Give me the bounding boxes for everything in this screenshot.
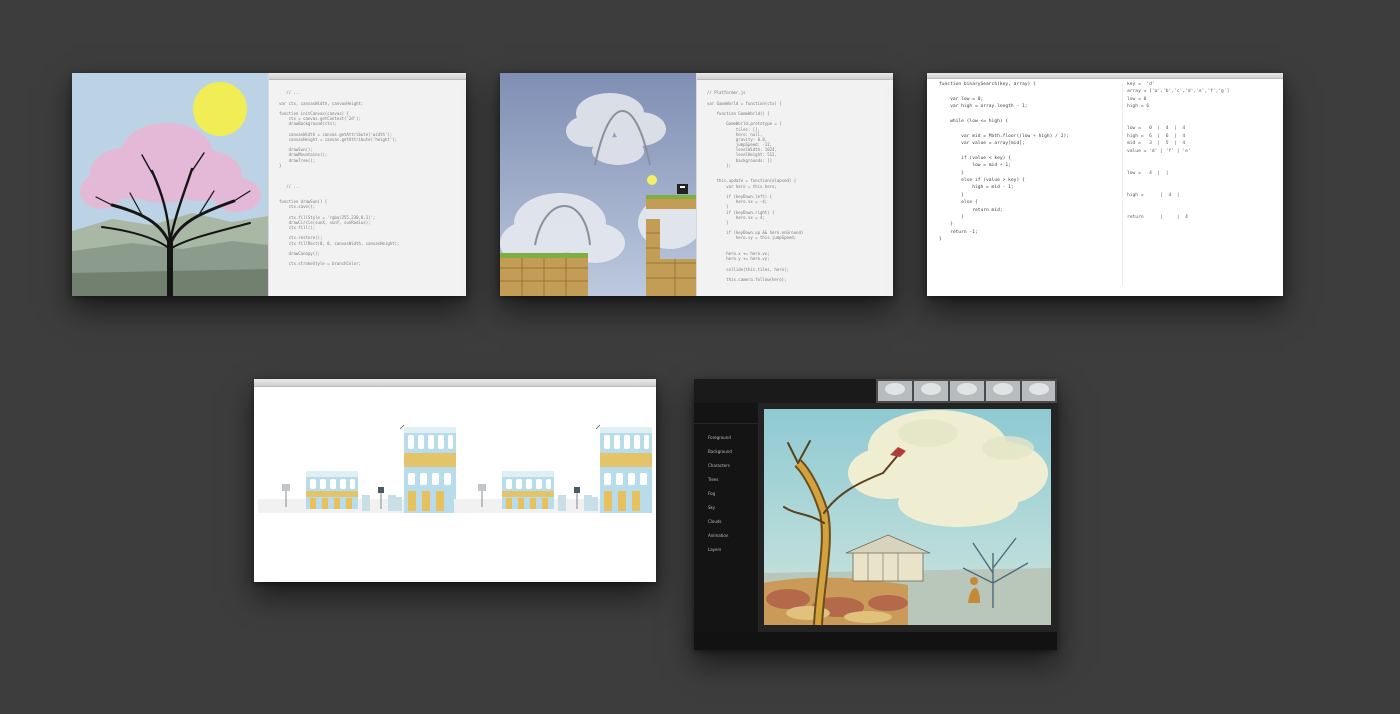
sidebar-item[interactable]: Layers [694, 545, 758, 554]
editor-titlebar [697, 73, 893, 80]
cherry-blossom-window[interactable]: // ... var ctx, canvasWidth, canvasHeight… [72, 73, 466, 296]
code-line: return | | 4 [1127, 215, 1188, 221]
code-line: while (low <= high) { [939, 118, 1009, 124]
building-generator-window[interactable] [254, 379, 656, 582]
illustration-canvas [758, 403, 1057, 632]
cherry-blossom-canvas [72, 73, 268, 296]
code-line: function binarySearch(key, array) { [939, 82, 1036, 87]
platformer-game-canvas [500, 73, 696, 296]
code-line: var mid = Math.floor((low + high) / 2); [939, 133, 1069, 139]
code-line: low = 0 [1127, 96, 1147, 102]
sidebar-item[interactable]: Sky [694, 503, 758, 512]
layers-sidebar[interactable]: Foreground Background Characters Trees Fog Sk… [694, 403, 758, 632]
live-trace-divider [1122, 83, 1123, 286]
code-line: value = 'd' | 'f' | 'e' [1127, 148, 1191, 154]
sidebar-item[interactable]: Trees [694, 475, 758, 484]
binary-search-window[interactable]: function binarySearch(key, array) { var … [927, 73, 1283, 296]
sidebar-item[interactable]: Fog [694, 489, 758, 498]
sidebar-item[interactable]: Foreground [694, 433, 758, 442]
code-editor-pane[interactable]: // Platformer.js var GameWorld = function… [696, 73, 893, 296]
code-line: high = | 4 | [1127, 192, 1180, 198]
code-text[interactable]: // ... var ctx, canvasWidth, canvasHeight… [269, 81, 466, 296]
code-line: if (value < key) { [939, 155, 1011, 161]
code-line: ctx.strokeStyle = branchColor; [279, 261, 361, 267]
illustration-editor-window[interactable]: Foreground Background Characters Trees Fog Sk… [694, 379, 1057, 650]
code-line: } [939, 222, 953, 228]
window-titlebar [927, 73, 1283, 79]
code-line: high = 6 [1127, 104, 1150, 110]
code-line: low = mid + 1; [939, 163, 1011, 169]
code-line: var high = array.length - 1; [939, 104, 1028, 110]
code-line: } [939, 215, 964, 221]
platformer-window[interactable]: // Platformer.js var GameWorld = function… [500, 73, 893, 296]
code-line: else if (value > key) { [939, 178, 1025, 184]
code-line: } [939, 192, 964, 198]
tree-illustration [764, 409, 1051, 626]
code-line: return -1; [939, 229, 978, 235]
cherry-blossom-painting [72, 73, 268, 296]
live-trace-panel: key = 'd' array = ['a','b','c','d','e','f… [1127, 81, 1277, 221]
code-line: low = 0 | 4 | 4 [1127, 126, 1186, 132]
code-line: else { [939, 200, 978, 206]
code-line: } [939, 170, 964, 176]
code-line: array = ['a','b','c','d','e','f','g'] [1127, 89, 1230, 95]
building-scene [258, 424, 653, 514]
frame-thumbnails [878, 381, 1055, 401]
code-line: } [939, 237, 942, 243]
platformer-scene [500, 73, 696, 296]
code-line: high = mid - 1; [939, 185, 1014, 191]
code-editor-pane[interactable]: // ... var ctx, canvasWidth, canvasHeight… [268, 73, 466, 296]
frame-thumbnail-strip[interactable] [876, 379, 1057, 403]
code-text[interactable]: function binarySearch(key, array) { var … [939, 81, 1119, 244]
code-line: var low = 0; [939, 96, 984, 102]
code-line: return mid; [939, 207, 1003, 213]
code-line: low = 4 | | [1127, 170, 1169, 176]
code-line: key = 'd' [1127, 82, 1155, 87]
code-line: high = 6 | 6 | 4 [1127, 133, 1186, 139]
sidebar-item[interactable]: Clouds [694, 517, 758, 526]
status-bar [694, 632, 1057, 650]
code-line: var value = array[mid]; [939, 141, 1025, 147]
code-text[interactable]: // Platformer.js var GameWorld = function… [697, 81, 893, 296]
sidebar-item[interactable]: Background [694, 447, 758, 456]
code-line: mid = 3 | 5 | 4 [1127, 141, 1186, 147]
editor-titlebar [269, 73, 466, 80]
sidebar-header [694, 403, 758, 424]
sidebar-item[interactable]: Animation [694, 531, 758, 540]
code-line: this.camera.follow(hero); [707, 276, 787, 282]
sidebar-item[interactable]: Characters [694, 461, 758, 470]
